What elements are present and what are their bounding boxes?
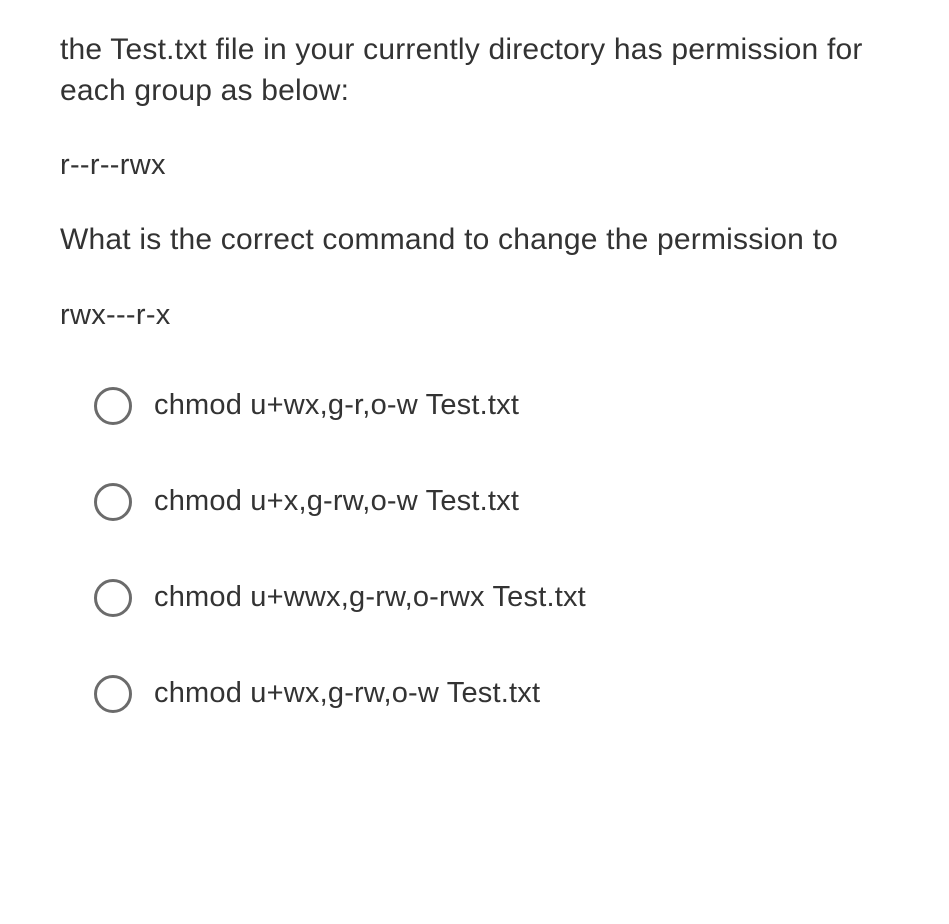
option-label: chmod u+wwx,g-rw,o-rwx Test.txt xyxy=(154,581,586,614)
question-block: the Test.txt file in your currently dire… xyxy=(60,30,889,332)
question-prompt: What is the correct command to change th… xyxy=(60,220,889,261)
option-2[interactable]: chmod u+x,g-rw,o-w Test.txt xyxy=(94,483,889,521)
option-label: chmod u+wx,g-rw,o-w Test.txt xyxy=(154,677,540,710)
radio-icon[interactable] xyxy=(94,675,132,713)
radio-icon[interactable] xyxy=(94,579,132,617)
option-1[interactable]: chmod u+wx,g-r,o-w Test.txt xyxy=(94,387,889,425)
option-label: chmod u+x,g-rw,o-w Test.txt xyxy=(154,485,519,518)
radio-icon[interactable] xyxy=(94,387,132,425)
option-3[interactable]: chmod u+wwx,g-rw,o-rwx Test.txt xyxy=(94,579,889,617)
options-list: chmod u+wx,g-r,o-w Test.txt chmod u+x,g-… xyxy=(60,387,889,713)
option-label: chmod u+wx,g-r,o-w Test.txt xyxy=(154,389,519,422)
radio-icon[interactable] xyxy=(94,483,132,521)
question-intro: the Test.txt file in your currently dire… xyxy=(60,30,889,111)
option-4[interactable]: chmod u+wx,g-rw,o-w Test.txt xyxy=(94,675,889,713)
permission-before: r--r--rwx xyxy=(60,149,889,182)
permission-after: rwx---r-x xyxy=(60,299,889,332)
